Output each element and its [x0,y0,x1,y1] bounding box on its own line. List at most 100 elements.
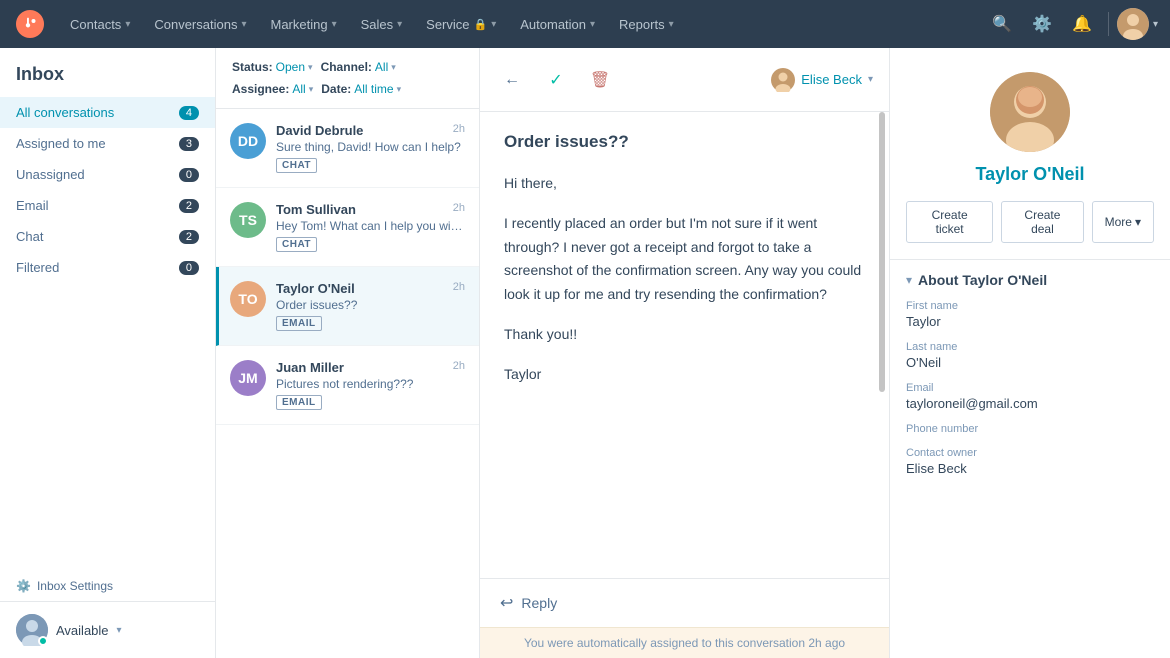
conversation-body: Tom Sullivan 2h Hey Tom! What can I help… [276,202,465,252]
top-navigation: Contacts ▾ Conversations ▾ Marketing ▾ S… [0,0,1170,48]
chevron-down-icon: ▾ [125,19,130,30]
contact-panel: Taylor O'Neil Create ticket Create deal … [890,48,1170,658]
nav-icon-group: 🔍 ⚙️ 🔔 ▾ [984,6,1158,42]
gear-icon: ⚙️ [16,579,31,593]
avatar: TO [230,281,266,317]
assignee-chevron-icon: ▾ [868,74,873,85]
filter-bar: Status: Open ▾ Channel: All ▾ Assignee: … [216,48,479,109]
more-actions-button[interactable]: More ▾ [1092,201,1154,243]
delete-button[interactable]: 🗑 [584,64,616,96]
contact-name: Taylor O'Neil [976,164,1085,185]
filter-chevron-icon: ▾ [309,84,314,95]
auto-assign-notice: You were automatically assigned to this … [480,627,889,658]
field-first-name: First name Taylor [906,300,1154,329]
sidebar-footer: Available ▾ [0,601,215,658]
conversation-item[interactable]: TS Tom Sullivan 2h Hey Tom! What can I h… [216,188,479,267]
notifications-icon-button[interactable]: 🔔 [1064,6,1100,42]
left-sidebar: Inbox All conversations 4 Assigned to me… [0,48,216,658]
inbox-settings-link[interactable]: ⚙️ Inbox Settings [0,571,215,601]
filter-chevron-icon: ▾ [308,62,313,73]
conversation-body: Taylor O'Neil 2h Order issues?? EMAIL [276,281,465,331]
conversation-body: David Debrule 2h Sure thing, David! How … [276,123,465,173]
field-phone: Phone number [906,423,1154,435]
assignee-filter[interactable]: Assignee: All ▾ [232,82,313,96]
sidebar-item-filtered[interactable]: Filtered 0 [0,252,215,283]
field-last-name: Last name O'Neil [906,341,1154,370]
lock-icon: 🔒 [474,18,488,31]
chevron-down-icon: ▾ [669,19,674,30]
assignee-avatar [771,68,795,92]
sidebar-item-all-conversations[interactable]: All conversations 4 [0,97,215,128]
status-filter[interactable]: Status: Open ▾ [232,60,313,74]
email-footer: ↩ Reply [480,578,889,627]
sidebar-item-unassigned[interactable]: Unassigned 0 [0,159,215,190]
contact-actions: Create ticket Create deal More ▾ [906,201,1154,243]
chevron-down-icon: ▾ [590,19,595,30]
reply-button[interactable]: ↩ Reply [480,579,889,627]
toolbar-left: ← ✓ 🗑 [496,64,616,96]
toolbar-right: Elise Beck ▾ [771,68,873,92]
conversation-item[interactable]: DD David Debrule 2h Sure thing, David! H… [216,109,479,188]
date-filter[interactable]: Date: All time ▾ [321,82,401,96]
resolve-button[interactable]: ✓ [540,64,572,96]
filter-chevron-icon: ▾ [397,84,402,95]
sidebar-navigation: All conversations 4 Assigned to me 3 Una… [0,93,215,336]
nav-marketing[interactable]: Marketing ▾ [260,11,346,38]
back-button[interactable]: ← [496,64,528,96]
assignee-selector[interactable]: Elise Beck ▾ [771,68,873,92]
sidebar-item-email[interactable]: Email 2 [0,190,215,221]
search-icon-button[interactable]: 🔍 [984,6,1020,42]
filter-chevron-icon: ▾ [391,62,396,73]
field-contact-owner: Contact owner Elise Beck [906,447,1154,476]
reply-icon: ↩ [500,593,513,613]
email-body: Hi there, I recently placed an order but… [504,172,865,387]
nav-conversations[interactable]: Conversations ▾ [144,11,256,38]
hubspot-logo[interactable] [12,6,48,42]
availability-status[interactable]: Available [56,623,109,638]
sidebar-item-assigned-to-me[interactable]: Assigned to me 3 [0,128,215,159]
chevron-down-icon: ▾ [332,19,337,30]
channel-filter[interactable]: Channel: All ▾ [321,60,396,74]
nav-contacts[interactable]: Contacts ▾ [60,11,140,38]
contact-avatar [990,72,1070,152]
avatar: TS [230,202,266,238]
chevron-down-icon: ▾ [491,19,496,30]
email-content: Order issues?? Hi there, I recently plac… [480,112,889,578]
conversation-body: Juan Miller 2h Pictures not rendering???… [276,360,465,410]
status-chevron-icon[interactable]: ▾ [117,625,122,636]
email-subject: Order issues?? [504,132,865,152]
more-chevron-icon: ▾ [1135,215,1141,229]
create-deal-button[interactable]: Create deal [1001,201,1083,243]
scrollbar-thumb[interactable] [879,112,885,392]
conversation-list-panel: Status: Open ▾ Channel: All ▾ Assignee: … [216,48,480,658]
conversation-toolbar: ← ✓ 🗑 Elise Beck ▾ [480,48,889,112]
conversation-list: DD David Debrule 2h Sure thing, David! H… [216,109,479,658]
avatar: DD [230,123,266,159]
email-view: ← ✓ 🗑 Elise Beck ▾ Order issues?? Hi the… [480,48,890,658]
chevron-down-icon: ▾ [241,19,246,30]
about-section: ▾ About Taylor O'Neil First name Taylor … [890,260,1170,500]
avatar: JM [230,360,266,396]
status-dot [38,636,48,646]
nav-automation[interactable]: Automation ▾ [510,11,605,38]
sidebar-item-chat[interactable]: Chat 2 [0,221,215,252]
nav-sales[interactable]: Sales ▾ [351,11,413,38]
main-layout: Inbox All conversations 4 Assigned to me… [0,48,1170,658]
contact-header: Taylor O'Neil Create ticket Create deal … [890,48,1170,260]
field-email: Email tayloroneil@gmail.com [906,382,1154,411]
user-avatar[interactable] [1117,8,1149,40]
nav-service[interactable]: Service 🔒 ▾ [416,11,506,38]
create-ticket-button[interactable]: Create ticket [906,201,993,243]
avatar-chevron-icon[interactable]: ▾ [1153,19,1158,30]
agent-avatar [16,614,48,646]
conversation-item-active[interactable]: TO Taylor O'Neil 2h Order issues?? EMAIL [216,267,479,346]
chevron-down-icon: ▾ [397,19,402,30]
conversation-item[interactable]: JM Juan Miller 2h Pictures not rendering… [216,346,479,425]
scrollbar-track[interactable] [879,112,885,578]
nav-divider [1108,12,1109,36]
settings-icon-button[interactable]: ⚙️ [1024,6,1060,42]
nav-reports[interactable]: Reports ▾ [609,11,684,38]
sidebar-title: Inbox [0,48,215,93]
section-header[interactable]: ▾ About Taylor O'Neil [906,272,1154,288]
section-chevron-icon: ▾ [906,273,912,287]
